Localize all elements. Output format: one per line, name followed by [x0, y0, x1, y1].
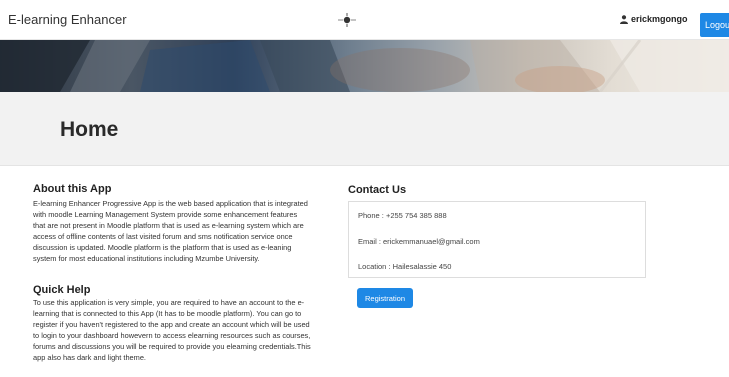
top-navbar: E-learning Enhancer erickmgongo Logout	[0, 0, 729, 40]
registration-button[interactable]: Registration	[357, 288, 413, 308]
quick-help-line: learning that is connected to this App (…	[33, 309, 302, 318]
about-line: system for most educational institutions…	[33, 254, 260, 263]
about-line: that are not present in Moodle platform …	[33, 221, 304, 230]
quick-help-line: to login to your dashboard howevern to a…	[33, 331, 311, 340]
quick-help-line: register if you haven't registered to th…	[33, 320, 310, 329]
user-menu[interactable]: erickmgongo	[620, 14, 688, 24]
contact-card: Phone : +255 754 385 888 Email : erickem…	[348, 201, 646, 278]
about-heading: About this App	[33, 183, 112, 195]
quick-help-paragraph: To use this application is very simple, …	[33, 297, 338, 363]
contact-phone: Phone : +255 754 385 888	[358, 211, 447, 220]
username-label: erickmgongo	[631, 14, 688, 24]
quick-help-heading: Quick Help	[33, 284, 91, 296]
about-line: with moodle Learning Management System p…	[33, 210, 298, 219]
sun-logo-icon[interactable]	[337, 13, 357, 27]
page-title: Home	[60, 118, 119, 141]
quick-help-line: To use this application is very simple, …	[33, 298, 305, 307]
brand-link[interactable]: E-learning Enhancer	[8, 12, 127, 27]
contact-location: Location : Hailesalassie 450	[358, 262, 452, 271]
hero-banner-image	[0, 40, 729, 92]
about-line: access of offline contents of last visit…	[33, 232, 293, 241]
contact-heading: Contact Us	[348, 184, 407, 196]
logout-button[interactable]: Logout	[700, 13, 729, 37]
quick-help-line: forums and discussions you will be requi…	[33, 342, 311, 351]
user-icon	[620, 14, 628, 24]
about-line: discussion is updated. Moodle platform i…	[33, 243, 292, 252]
hero-photo-shapes	[0, 40, 729, 92]
about-paragraph: E-learning Enhancer Progressive App is t…	[33, 198, 338, 264]
quick-help-line: app also has dark and light theme.	[33, 353, 146, 362]
contact-email: Email : erickemmanuael@gmail.com	[358, 237, 480, 246]
about-line: E-learning Enhancer Progressive App is t…	[33, 199, 308, 208]
